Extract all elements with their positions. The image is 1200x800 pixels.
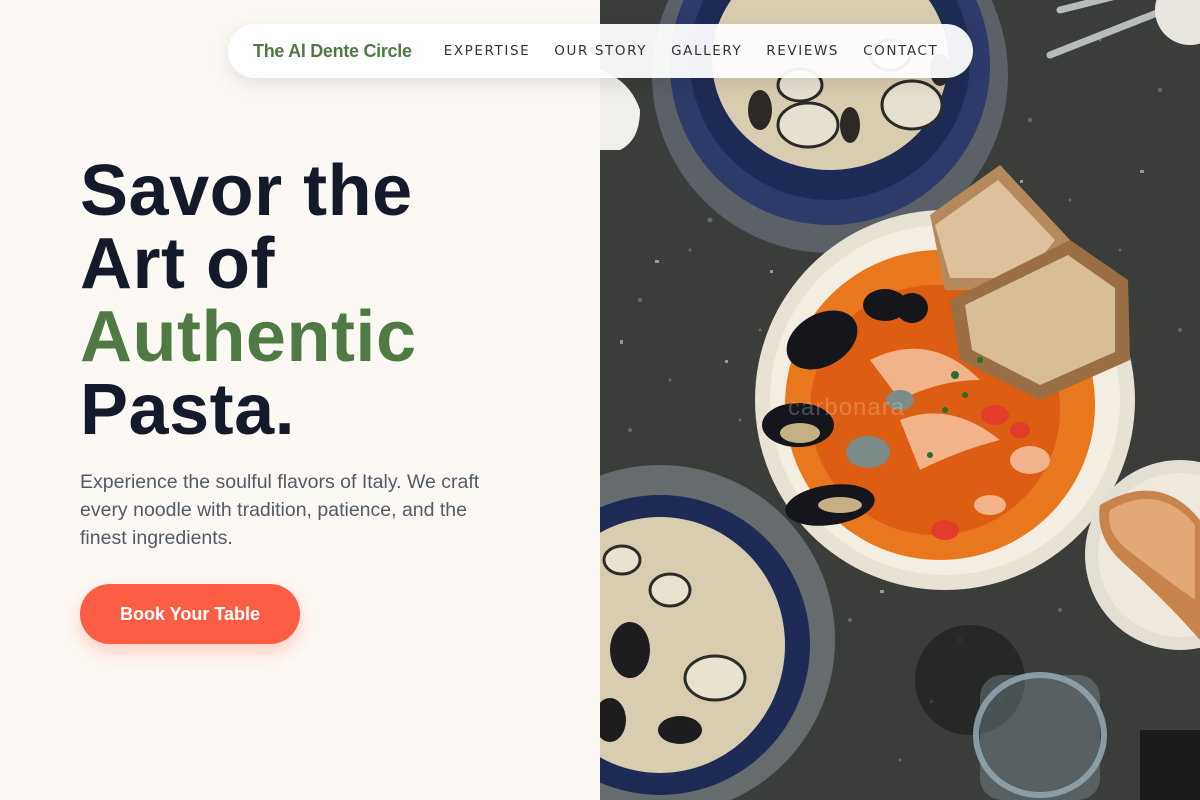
nav-link-reviews[interactable]: REVIEWS [766, 43, 839, 59]
nav-link-expertise[interactable]: EXPERTISE [444, 43, 531, 59]
brand-logo[interactable]: The Al Dente Circle [253, 41, 412, 62]
hero-title-line-2: Art of [80, 224, 275, 304]
hero-title-accent: Authentic [80, 297, 417, 377]
hero-title: Savor the Art of Authentic Pasta. [80, 155, 416, 447]
hero-title-line-4: Pasta. [80, 370, 296, 450]
nav-link-gallery[interactable]: GALLERY [671, 43, 742, 59]
image-watermark: carbonara [788, 394, 906, 421]
nav-links: EXPERTISE OUR STORY GALLERY REVIEWS CONT… [444, 43, 939, 59]
top-navigation: The Al Dente Circle EXPERTISE OUR STORY … [228, 24, 973, 78]
hero-subtitle: Experience the soulful flavors of Italy.… [80, 471, 480, 549]
hero-title-line-1: Savor the [80, 151, 413, 231]
nav-link-our-story[interactable]: OUR STORY [554, 43, 647, 59]
book-table-button[interactable]: Book Your Table [80, 584, 300, 644]
nav-link-contact[interactable]: CONTACT [863, 43, 938, 59]
hero-photo: carbonara [600, 0, 1200, 800]
